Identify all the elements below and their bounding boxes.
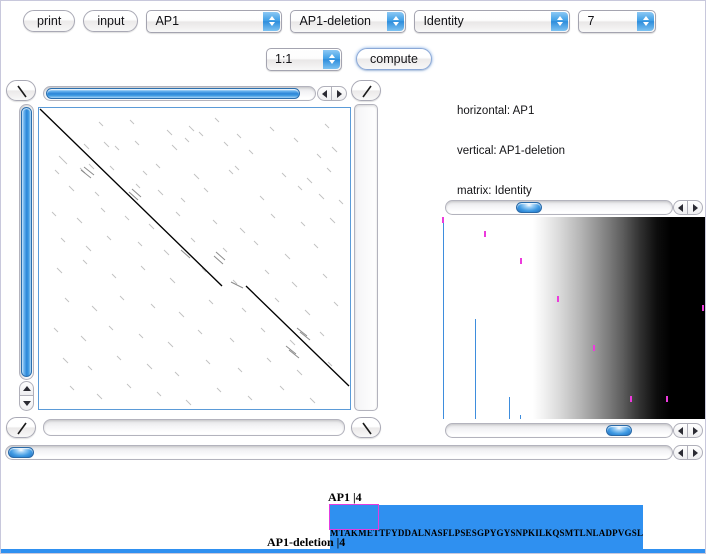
sequence-alignment-panel: AP1 |4 MTAKMETTFYDDALNASFLPSESGPYGYSNPKI…: [1, 490, 705, 553]
gradient-magenta-tick: [666, 396, 668, 402]
backslash-diagonal-button-bottomright[interactable]: [351, 417, 381, 438]
input-button[interactable]: input: [83, 10, 139, 32]
gradient-horizontal-scrollbar-top[interactable]: [445, 200, 673, 215]
slash-icon: [362, 85, 372, 98]
plot-bottom-empty-scrollbar[interactable]: [43, 419, 345, 436]
gradient-top-scroll-thumb[interactable]: [516, 202, 542, 213]
chevron-updown-icon[interactable]: [263, 11, 281, 31]
matrix-value: Identity: [423, 13, 464, 28]
slash-icon: [17, 422, 27, 435]
gradient-magenta-tick: [702, 305, 704, 311]
gradient-magenta-tick: [520, 258, 522, 264]
chevron-updown-icon[interactable]: [551, 11, 569, 31]
chevron-updown-icon[interactable]: [387, 11, 405, 31]
gradient-magenta-tick: [557, 296, 559, 302]
grayscale-gradient: [533, 217, 705, 419]
window-horizontal-scrollbar[interactable]: [5, 445, 673, 460]
toolbar-secondary-row: 1:1 compute: [1, 45, 705, 73]
plot-vertical-scrollbar[interactable]: [19, 104, 34, 380]
sequence-row-top: MTAKMETTFYDDALNASFLPSESGPYGYSNPKILKQSMTL…: [330, 528, 644, 538]
scroll-right-arrow-icon[interactable]: [332, 86, 347, 101]
slash-diagonal-button-bottomleft[interactable]: [6, 417, 36, 438]
gradient-blue-line: [443, 217, 444, 419]
chevron-updown-icon[interactable]: [637, 11, 655, 31]
gradient-top-scroll-arrows[interactable]: [673, 200, 703, 215]
sliding-window-value: 7: [587, 13, 595, 28]
chevron-updown-icon[interactable]: [323, 49, 340, 69]
plot-vertical-scroll-thumb[interactable]: [21, 107, 32, 377]
info-matrix: matrix: Identity: [457, 185, 532, 198]
scroll-left-arrow-icon[interactable]: [673, 423, 688, 438]
scroll-up-arrow-icon[interactable]: [19, 381, 34, 396]
window-scroll-thumb[interactable]: [8, 447, 34, 458]
backslash-icon: [362, 422, 372, 435]
gradient-heatmap-panel[interactable]: [441, 217, 705, 419]
scroll-down-arrow-icon[interactable]: [19, 396, 34, 411]
matrix-select[interactable]: Identity: [414, 9, 571, 33]
plot-vertical-scroll-arrows[interactable]: [19, 381, 34, 411]
scroll-left-arrow-icon[interactable]: [673, 200, 688, 215]
scroll-left-arrow-icon[interactable]: [673, 445, 688, 460]
plot-horizontal-scroll-arrows[interactable]: [317, 86, 347, 101]
scroll-left-arrow-icon[interactable]: [317, 86, 332, 101]
compute-button[interactable]: compute: [356, 48, 432, 70]
horizontal-sequence-select[interactable]: AP1: [146, 9, 283, 33]
scroll-right-arrow-icon[interactable]: [688, 445, 703, 460]
plot-horizontal-scrollbar[interactable]: [43, 86, 316, 101]
dotplot-application-window: print input AP1 AP1-deletion Identity 7 …: [0, 0, 706, 554]
sliding-window-select[interactable]: 7: [578, 9, 657, 33]
backslash-icon: [17, 85, 27, 98]
gradient-horizontal-scrollbar-bottom[interactable]: [445, 423, 673, 438]
sequence-bottom-selection-bar: [1, 549, 705, 553]
info-horizontal: horizontal: AP1: [457, 104, 535, 117]
zoom-value: 1:1: [275, 51, 293, 66]
dotplot-canvas[interactable]: [38, 107, 351, 410]
gradient-magenta-tick: [630, 396, 632, 402]
sequence-alignment-rows[interactable]: MTAKMETTFYDDALNASFLPSESGPYGYSNPKILKQSMTL…: [330, 505, 644, 553]
gradient-magenta-tick: [593, 345, 595, 351]
toolbar-primary-row: print input AP1 AP1-deletion Identity 7: [1, 7, 705, 35]
info-vertical: vertical: AP1-deletion: [457, 145, 566, 158]
sequence-bottom-label: AP1-deletion |4: [267, 535, 346, 549]
vertical-sequence-value: AP1-deletion: [299, 13, 372, 28]
backslash-diagonal-button-topleft[interactable]: [6, 80, 36, 101]
dotplot-graphic: [39, 108, 350, 409]
slash-diagonal-button-topright[interactable]: [351, 80, 381, 101]
gradient-blue-line: [520, 415, 521, 419]
window-scroll-arrows[interactable]: [673, 445, 703, 460]
horizontal-sequence-value: AP1: [155, 13, 180, 28]
sequence-top-label: AP1 |4: [328, 490, 362, 504]
scroll-right-arrow-icon[interactable]: [688, 423, 703, 438]
vertical-sequence-select[interactable]: AP1-deletion: [290, 9, 407, 33]
gradient-magenta-tick: [484, 231, 486, 237]
gradient-blue-line: [475, 319, 476, 419]
gradient-magenta-tick: [442, 217, 444, 223]
zoom-select[interactable]: 1:1: [266, 47, 342, 71]
gradient-bottom-scroll-arrows[interactable]: [673, 423, 703, 438]
plot-right-empty-scrollbar[interactable]: [354, 104, 378, 411]
print-button[interactable]: print: [23, 10, 76, 32]
scroll-right-arrow-icon[interactable]: [688, 200, 703, 215]
plot-horizontal-scroll-thumb[interactable]: [46, 88, 300, 99]
gradient-blue-line: [509, 397, 510, 419]
gradient-bottom-scroll-thumb[interactable]: [606, 425, 632, 436]
